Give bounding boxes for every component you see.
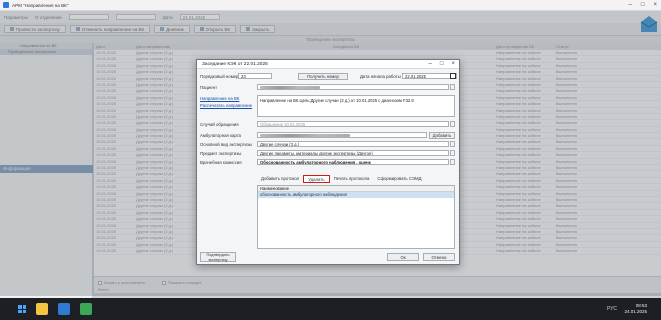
get-number-button[interactable]: Получить номер (298, 72, 348, 80)
card-label: Амбулаторная карта (200, 133, 241, 138)
app-icon (3, 2, 9, 8)
app-window-controls: – □ × (629, 2, 657, 8)
app-taskbar-icon[interactable] (58, 303, 70, 315)
taskbar-clock[interactable]: 08:53 24.01.2025 (624, 303, 647, 314)
expertise-kind-label: Основной вид экспертизы (200, 142, 252, 147)
expertise-subject-label: Предмет экспертизы (200, 151, 242, 156)
case-field[interactable]: Обращение 10.01.2025 (257, 121, 449, 127)
start-icon[interactable] (18, 305, 26, 313)
commission-dropdown[interactable] (450, 159, 455, 165)
col-header-name[interactable]: Наименование (260, 186, 405, 191)
explorer-icon[interactable] (36, 303, 48, 315)
order-number-field[interactable]: 23 (238, 73, 272, 79)
add-card-button[interactable]: Добавить (429, 132, 455, 139)
expertise-kind-dropdown[interactable] (450, 141, 455, 147)
confirm-expertise-button[interactable]: Подтвердить экспертизу (200, 252, 236, 262)
order-number-label: Порядковый номер (200, 74, 239, 79)
minimize-icon[interactable]: – (429, 61, 432, 68)
close-icon[interactable]: × (653, 2, 657, 8)
app-title: АРМ "Направления на ВК" (12, 2, 69, 8)
cancel-button[interactable]: Отмена (423, 253, 455, 261)
add-protocol-button[interactable]: Добавить протокол (257, 175, 303, 183)
commission-label: Врачебная комиссия (200, 160, 242, 165)
print-protocol-button[interactable]: Печать протокола (330, 175, 374, 183)
maximize-icon[interactable]: □ (440, 61, 444, 68)
expertise-subject-dropdown[interactable] (450, 150, 455, 156)
app-titlebar: АРМ "Направления на ВК" – □ × (0, 0, 661, 11)
patient-label: Пациент (200, 85, 218, 90)
close-icon[interactable]: × (451, 61, 455, 68)
case-label: Случай обращения (200, 122, 239, 127)
ok-button[interactable]: Ок (387, 253, 419, 261)
table-row[interactable]: обоснованность амбулаторного наблюдения (258, 192, 454, 198)
print-referral-link[interactable]: Распечатать направление (200, 103, 252, 108)
clock-date: 24.01.2025 (624, 308, 647, 314)
browser-icon[interactable] (80, 303, 92, 315)
language-indicator[interactable]: РУС (607, 306, 617, 312)
patient-field[interactable] (257, 84, 449, 90)
case-select-button[interactable] (450, 121, 455, 127)
patient-select-button[interactable] (450, 84, 455, 90)
referral-link[interactable]: Направление на ВК (200, 96, 239, 101)
dialog-title: Заседание КЭК от 22.01.2025 (197, 60, 459, 69)
minimize-icon[interactable]: – (629, 2, 632, 8)
referral-text[interactable]: Направление на ВК.Цель:Другие случаи (3 … (257, 95, 455, 117)
protocol-table: Наименование обоснованность амбулаторног… (257, 185, 455, 249)
card-field[interactable] (257, 132, 427, 138)
meeting-dialog: Заседание КЭК от 22.01.2025 – □ × Порядк… (196, 59, 460, 265)
start-date-label: Дата начала работы (360, 74, 401, 79)
start-date-field[interactable]: 22.01.2025 (402, 73, 457, 79)
maximize-icon[interactable]: □ (641, 2, 645, 8)
dialog-window-controls: – □ × (429, 61, 455, 68)
create-semd-button[interactable]: Сформировать СЭМД (373, 175, 425, 183)
taskbar: РУС 08:53 24.01.2025 (0, 298, 661, 320)
expertise-kind-field[interactable]: Другие случаи (3 д.) (257, 141, 449, 147)
calendar-dropdown-icon[interactable] (450, 73, 456, 79)
protocol-toolbar: Добавить протокол Удалить Печать протоко… (257, 174, 455, 184)
delete-protocol-button[interactable]: Удалить (303, 175, 330, 183)
expertise-subject-field[interactable]: Другие предметы, материалы другие экспер… (257, 150, 449, 156)
commission-field[interactable]: Обоснованность амбулаторного наблюдения … (257, 159, 449, 165)
